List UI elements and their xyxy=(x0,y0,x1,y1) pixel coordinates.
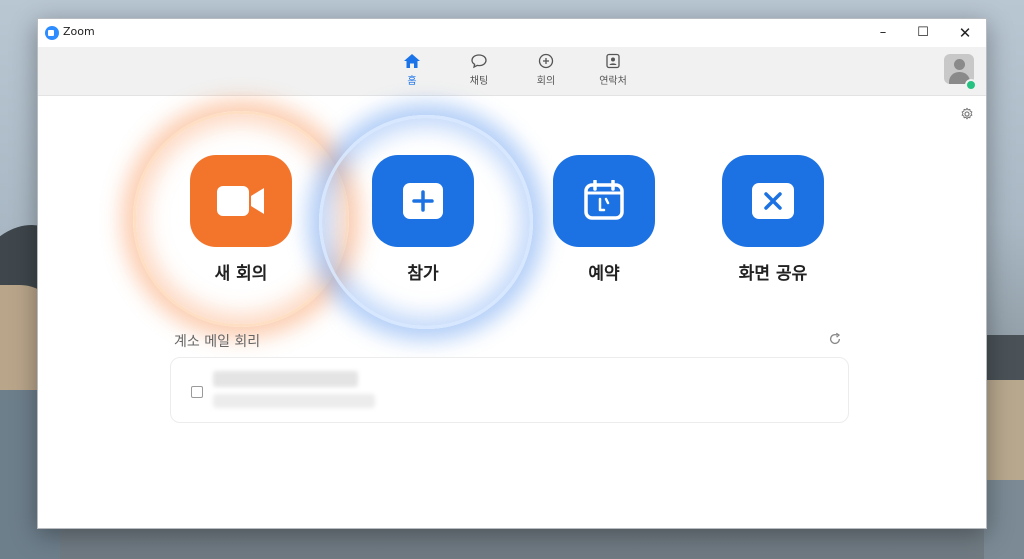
tab-home[interactable]: 홈 xyxy=(382,51,442,87)
title-bar: Zoom – ☐ ✕ xyxy=(38,19,986,47)
tab-home-label: 홈 xyxy=(407,76,417,87)
schedule-button[interactable] xyxy=(553,155,655,247)
share-screen-button[interactable] xyxy=(722,155,824,247)
maximize-button[interactable]: ☐ xyxy=(908,23,938,43)
home-icon xyxy=(404,54,420,68)
desktop-water-right xyxy=(984,480,1024,559)
tab-chat[interactable]: 채팅 xyxy=(449,51,509,87)
meeting-details-redacted xyxy=(213,394,375,408)
chat-icon xyxy=(471,54,487,69)
video-camera-icon xyxy=(217,186,264,216)
tab-chat-label: 채팅 xyxy=(469,76,489,87)
upcoming-meetings-title: 계소 메일 회리 xyxy=(174,334,261,350)
meeting-checkbox[interactable] xyxy=(191,386,203,398)
join-label: 참가 xyxy=(407,264,439,284)
top-navigation: 홈 채팅 회의 연락처 xyxy=(38,47,986,96)
schedule-action[interactable]: 예약 xyxy=(552,155,656,284)
tab-contacts-label: 연락처 xyxy=(599,76,627,87)
tab-meetings[interactable]: 회의 xyxy=(516,51,576,87)
share-screen-action[interactable]: 화면 공유 xyxy=(721,155,825,284)
schedule-label: 예약 xyxy=(588,264,620,284)
share-screen-label: 화면 공유 xyxy=(738,264,808,284)
presence-status-dot xyxy=(965,79,977,91)
window-title: Zoom xyxy=(63,25,95,38)
minimize-button[interactable]: – xyxy=(868,23,898,43)
zoom-logo-icon xyxy=(45,26,59,40)
plus-icon xyxy=(403,183,443,219)
new-meeting-action[interactable]: 새 회의 xyxy=(189,155,293,284)
calendar-icon xyxy=(584,180,624,220)
join-button[interactable] xyxy=(372,155,474,247)
tab-contacts[interactable]: 연락처 xyxy=(583,51,643,87)
zoom-window: Zoom – ☐ ✕ 홈 채팅 회의 연락처 새 회의 참가 예약 화면 공유 … xyxy=(37,18,987,529)
meetings-icon xyxy=(538,53,554,69)
new-meeting-label: 새 회의 xyxy=(214,264,268,284)
contacts-icon xyxy=(606,53,620,69)
tab-meetings-label: 회의 xyxy=(536,76,556,87)
meeting-title-redacted xyxy=(213,371,358,387)
meeting-list xyxy=(170,357,849,423)
refresh-icon[interactable] xyxy=(828,332,842,346)
join-action[interactable]: 참가 xyxy=(371,155,475,284)
close-button[interactable]: ✕ xyxy=(950,23,980,43)
share-screen-icon xyxy=(752,183,794,219)
new-meeting-button[interactable] xyxy=(190,155,292,247)
settings-gear-icon[interactable] xyxy=(960,107,974,121)
avatar-head xyxy=(954,59,965,70)
